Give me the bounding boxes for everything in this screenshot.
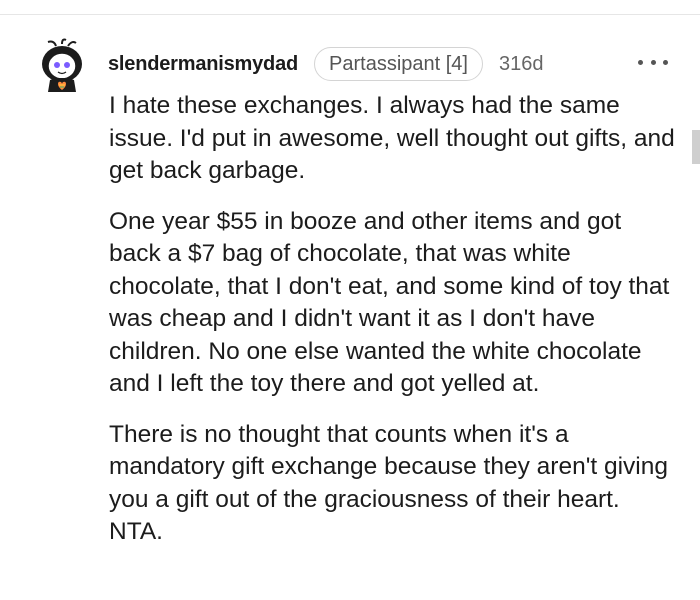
more-options-icon[interactable]: [638, 52, 668, 72]
user-flair-badge: Partassipant [4]: [314, 47, 483, 81]
comment: slendermanismydad Partassipant [4] 316d …: [0, 0, 700, 600]
scrollbar[interactable]: [692, 130, 700, 164]
comment-body: I hate these exchanges. I always had the…: [109, 90, 679, 567]
user-avatar-icon[interactable]: [36, 38, 88, 94]
dot: [650, 59, 656, 65]
comment-paragraph: I hate these exchanges. I always had the…: [109, 92, 675, 184]
comment-age: 316d: [498, 52, 544, 75]
username-link[interactable]: slendermanismydad: [108, 53, 298, 76]
comment-paragraph: One year $55 in booze and other items an…: [109, 207, 670, 398]
comment-paragraph: There is no thought that counts when it'…: [109, 420, 669, 546]
comment-header: slendermanismydad Partassipant [4] 316d: [108, 45, 543, 83]
dot: [638, 59, 643, 65]
dot: [663, 59, 668, 65]
